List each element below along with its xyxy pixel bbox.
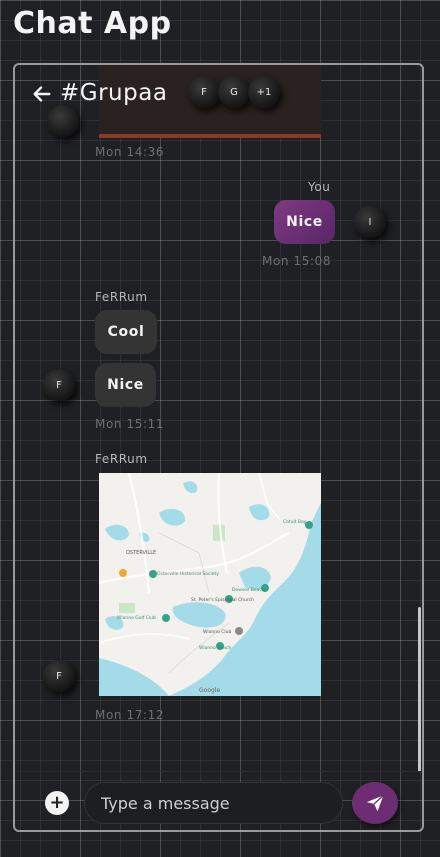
member-avatar[interactable]: F — [188, 76, 220, 108]
map-label: OSTERVILLE — [126, 550, 156, 556]
message-time: Mon 15:08 — [262, 254, 332, 268]
map-label: St. Peter's Episcopal Church — [191, 597, 254, 603]
app-title: Chat App — [13, 6, 172, 41]
back-arrow-icon[interactable] — [31, 83, 53, 105]
map-label: Osterville Historical Society — [157, 571, 219, 577]
map-label: Wianno Club — [203, 629, 231, 635]
plus-icon[interactable]: + — [45, 791, 69, 815]
message-time: Mon 14:36 — [95, 145, 165, 159]
message-bubble[interactable]: Nice — [274, 200, 335, 244]
member-count-badge[interactable]: +1 — [248, 76, 280, 108]
message-composer: + — [15, 771, 422, 830]
sender-name: FeRRum — [95, 452, 148, 466]
map-label: Wianno Golf Club — [117, 615, 156, 621]
avatar: F — [43, 369, 75, 401]
chat-header: #Grupaa F G +1 — [15, 65, 422, 127]
message-list[interactable]: Mon 14:36 You Nice I Mon 15:08 FeRRum Co… — [15, 65, 422, 771]
sender-name: You — [308, 180, 331, 194]
message-time: Mon 17:12 — [95, 708, 165, 722]
chat-panel: Mon 14:36 You Nice I Mon 15:08 FeRRum Co… — [13, 63, 424, 832]
avatar: I — [354, 206, 386, 238]
send-button[interactable] — [352, 782, 398, 824]
sender-name: FeRRum — [95, 290, 148, 304]
map-label: Dowses Beach — [232, 587, 265, 593]
map-label: Cotuit Bay — [283, 519, 307, 525]
member-avatar[interactable]: G — [218, 76, 250, 108]
message-bubble[interactable]: Cool — [95, 310, 157, 354]
scrollbar[interactable] — [418, 607, 421, 772]
map-label: Wianno Beach — [199, 645, 231, 651]
message-time: Mon 15:11 — [95, 417, 165, 431]
avatar: F — [43, 660, 75, 692]
map-label: Google — [199, 687, 220, 694]
shared-map-image[interactable]: OSTERVILLE Osterville Historical Society… — [99, 473, 321, 696]
send-icon — [366, 795, 384, 812]
channel-name: #Grupaa — [60, 80, 168, 106]
message-input[interactable] — [84, 782, 343, 824]
message-bubble[interactable]: Nice — [95, 363, 156, 407]
